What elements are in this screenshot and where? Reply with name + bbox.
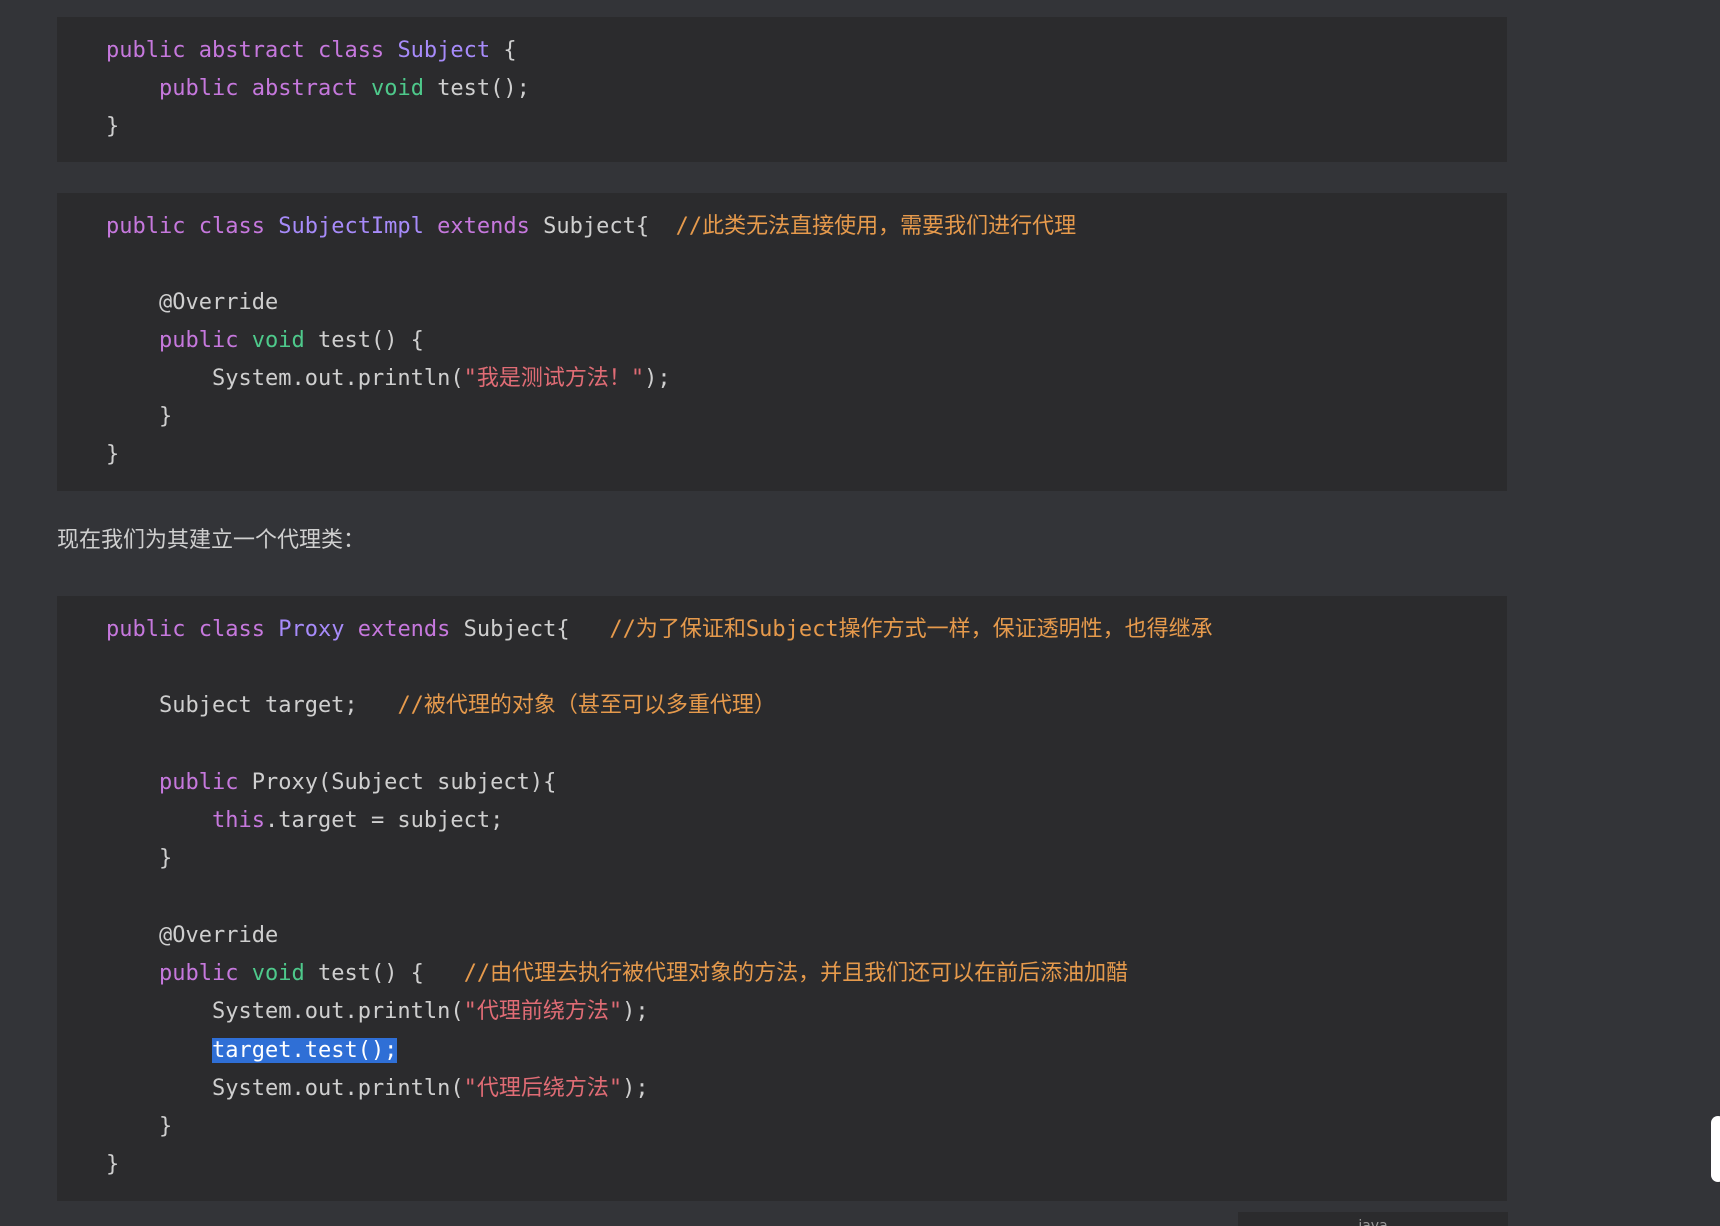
code-line: } (106, 442, 120, 467)
keyword: class (198, 617, 265, 642)
class-name: Proxy (278, 617, 345, 642)
code-text: test() { (317, 328, 424, 353)
code-text: ); (644, 366, 671, 391)
code-line: public void test() { //由代理去执行被代理对象的方法，并且… (159, 959, 1128, 989)
code-line: } (159, 1114, 173, 1139)
keyword: public (159, 770, 239, 795)
string-literal: "代理前绕方法" (463, 999, 623, 1024)
code-line[interactable]: target.test(); (212, 1036, 398, 1066)
keyword: class (198, 214, 265, 239)
type: void (251, 961, 305, 986)
keyword: public (159, 961, 239, 986)
keyword: this (212, 808, 265, 833)
code-line: public class SubjectImpl extends Subject… (106, 212, 1076, 242)
code-line: public abstract void test(); (159, 74, 530, 104)
code-block-subjectimpl: public class SubjectImpl extends Subject… (57, 193, 1507, 491)
keyword: extends (357, 617, 451, 642)
paragraph-text: 现在我们为其建立一个代理类： (57, 528, 366, 553)
scrollbar-thumb[interactable] (1711, 1116, 1720, 1182)
code-line: System.out.println("我是测试方法！"); (212, 364, 671, 394)
code-line: } (159, 846, 173, 871)
code-text: test(); (437, 76, 530, 101)
code-line: public class Proxy extends Subject{ //为了… (106, 615, 1213, 645)
code-text: test() { (317, 961, 424, 986)
code-text: ); (622, 1076, 649, 1101)
code-block-subject: public abstract class Subject { public a… (57, 17, 1507, 162)
code-line: } (159, 404, 173, 429)
code-line: public Proxy(Subject subject){ (159, 768, 556, 798)
code-line: Subject target; //被代理的对象（甚至可以多重代理） (159, 691, 776, 721)
keyword: class (317, 38, 385, 63)
code-line: } (106, 1152, 120, 1177)
code-text: Subject{ (463, 617, 570, 642)
keyword: abstract (198, 38, 305, 63)
code-line: public abstract class Subject { (106, 36, 517, 66)
comment: //由代理去执行被代理对象的方法，并且我们还可以在前后添油加醋 (463, 961, 1129, 986)
type: void (370, 76, 424, 101)
code-language-label[interactable]: java (1238, 1212, 1508, 1226)
annotation: @Override (159, 923, 279, 948)
code-text: .target = subject; (264, 808, 504, 833)
string-literal: "代理后绕方法" (463, 1076, 623, 1101)
code-block-proxy: public class Proxy extends Subject{ //为了… (57, 596, 1507, 1201)
class-name: SubjectImpl (278, 214, 424, 239)
code-line: public void test() { (159, 326, 424, 356)
keyword: public (106, 38, 186, 63)
code-text: ); (622, 999, 649, 1024)
selected-text[interactable]: target.test(); (212, 1038, 398, 1063)
annotation: @Override (159, 290, 279, 315)
code-line: System.out.println("代理后绕方法"); (212, 1074, 649, 1104)
keyword: public (106, 214, 186, 239)
keyword: public (159, 328, 239, 353)
code-text: Subject{ (543, 214, 650, 239)
keyword: abstract (251, 76, 358, 101)
comment: //此类无法直接使用，需要我们进行代理 (675, 214, 1077, 239)
code-text: System.out.println( (212, 366, 464, 391)
code-line: System.out.println("代理前绕方法"); (212, 997, 649, 1027)
comment: //为了保证和Subject操作方式一样，保证透明性，也得继承 (609, 617, 1213, 642)
keyword: extends (437, 214, 530, 239)
class-name: Subject (397, 38, 491, 63)
keyword: public (106, 617, 186, 642)
code-text: Proxy(Subject subject){ (251, 770, 557, 795)
keyword: public (159, 76, 239, 101)
code-text: Subject target; (159, 693, 358, 718)
code-line: this.target = subject; (212, 806, 503, 836)
comment: //被代理的对象（甚至可以多重代理） (397, 693, 776, 718)
code-text: System.out.println( (212, 1076, 464, 1101)
string-literal: "我是测试方法！" (463, 366, 645, 391)
code-text: System.out.println( (212, 999, 464, 1024)
type: void (251, 328, 305, 353)
code-line: } (106, 114, 120, 139)
code-text: { (503, 38, 517, 63)
